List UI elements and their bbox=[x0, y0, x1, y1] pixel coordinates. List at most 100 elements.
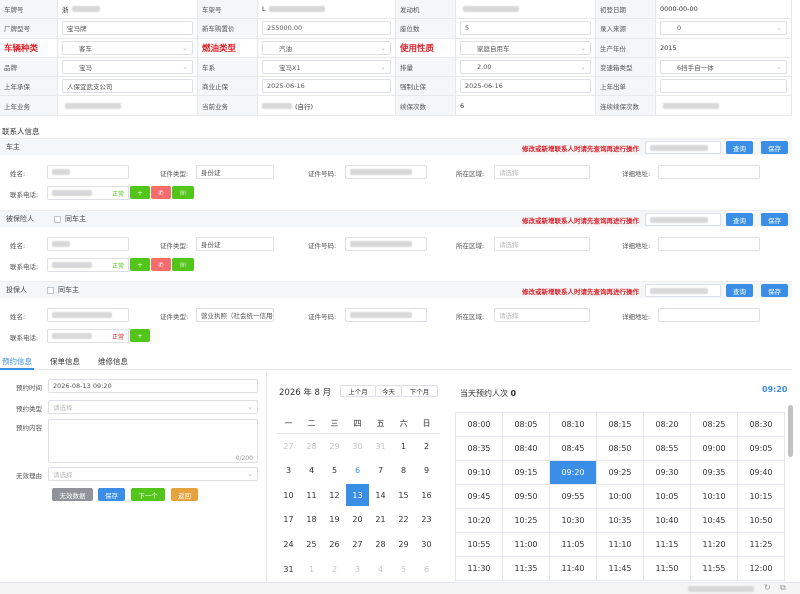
add-phone-button[interactable]: + bbox=[130, 258, 150, 271]
time-slot[interactable]: 08:35 bbox=[456, 437, 503, 461]
calendar-day[interactable]: 28 bbox=[300, 435, 323, 457]
phone-input[interactable]: 正常 bbox=[47, 258, 129, 272]
address-input[interactable] bbox=[658, 308, 760, 322]
same-as-owner-checkbox[interactable]: 同车主 bbox=[47, 285, 79, 295]
back-button[interactable]: 返回 bbox=[171, 488, 198, 501]
time-slot[interactable]: 10:15 bbox=[738, 485, 785, 509]
vehicle-input[interactable] bbox=[660, 79, 787, 94]
calendar-day[interactable]: 2 bbox=[323, 558, 346, 580]
time-slot[interactable]: 11:40 bbox=[550, 557, 597, 581]
phone-icon[interactable]: ✆ bbox=[151, 258, 171, 271]
party-save-button[interactable]: 保存 bbox=[761, 284, 788, 297]
time-slot[interactable]: 09:00 bbox=[691, 437, 738, 461]
calendar-day[interactable]: 9 bbox=[415, 460, 438, 482]
time-slot[interactable]: 11:50 bbox=[644, 557, 691, 581]
query-button[interactable]: 查询 bbox=[726, 284, 753, 297]
calendar-day[interactable]: 30 bbox=[346, 435, 369, 457]
vehicle-input[interactable]: 255000.00 bbox=[262, 21, 391, 36]
calendar-day[interactable]: 27 bbox=[277, 435, 300, 457]
calendar-day[interactable]: 7 bbox=[369, 460, 392, 482]
time-slot[interactable]: 08:30 bbox=[738, 413, 785, 437]
calendar-day[interactable]: 20 bbox=[346, 509, 369, 531]
time-slot[interactable]: 11:30 bbox=[456, 557, 503, 581]
calendar-day[interactable]: 11 bbox=[300, 484, 323, 506]
copy-icon[interactable]: ⧉ bbox=[780, 583, 786, 593]
name-input[interactable] bbox=[47, 308, 129, 322]
time-slot[interactable]: 11:00 bbox=[503, 533, 550, 557]
time-slot[interactable]: 10:30 bbox=[550, 509, 597, 533]
time-slot[interactable]: 08:00 bbox=[456, 413, 503, 437]
time-slot[interactable]: 09:05 bbox=[738, 437, 785, 461]
time-slot[interactable]: 11:25 bbox=[738, 533, 785, 557]
calendar-day[interactable]: 6 bbox=[415, 558, 438, 580]
party-save-button[interactable]: 保存 bbox=[761, 141, 788, 154]
calendar-day[interactable]: 3 bbox=[346, 558, 369, 580]
time-slot[interactable]: 10:25 bbox=[503, 509, 550, 533]
calendar-day[interactable]: 30 bbox=[415, 533, 438, 555]
time-slot[interactable]: 10:05 bbox=[644, 485, 691, 509]
time-slot[interactable]: 11:10 bbox=[597, 533, 644, 557]
party-save-button[interactable]: 保存 bbox=[761, 213, 788, 226]
time-slot[interactable]: 10:35 bbox=[597, 509, 644, 533]
calendar-day[interactable]: 25 bbox=[300, 533, 323, 555]
calendar-day[interactable]: 6 bbox=[346, 460, 369, 482]
tab-appointment[interactable]: 预约信息 bbox=[2, 356, 32, 367]
scrollbar-thumb[interactable] bbox=[788, 405, 793, 457]
phone-icon[interactable]: ✆ bbox=[151, 186, 171, 199]
appointment-save-button[interactable]: 保存 bbox=[98, 488, 125, 501]
vehicle-select[interactable]: 客车 ⌄ bbox=[62, 40, 193, 55]
party-search-input[interactable] bbox=[645, 141, 721, 154]
time-slot[interactable]: 09:15 bbox=[503, 461, 550, 485]
id-type-select[interactable]: 身份证 bbox=[196, 237, 274, 251]
calendar-day[interactable]: 29 bbox=[392, 533, 415, 555]
calendar-day[interactable]: 26 bbox=[323, 533, 346, 555]
calendar-day[interactable]: 16 bbox=[415, 484, 438, 506]
time-slot[interactable]: 09:50 bbox=[503, 485, 550, 509]
time-slot[interactable]: 09:35 bbox=[691, 461, 738, 485]
calendar-day[interactable]: 8 bbox=[392, 460, 415, 482]
time-slot[interactable]: 10:40 bbox=[644, 509, 691, 533]
query-button[interactable]: 查询 bbox=[726, 141, 753, 154]
phone-input[interactable]: 正常 bbox=[47, 329, 129, 343]
tab-policy[interactable]: 保单信息 bbox=[50, 356, 80, 367]
time-slot[interactable]: 09:55 bbox=[550, 485, 597, 509]
calendar-day[interactable]: 27 bbox=[346, 533, 369, 555]
calendar-day[interactable]: 10 bbox=[277, 484, 300, 506]
vehicle-select[interactable]: 6挡手自一体 ⌄ bbox=[660, 60, 787, 75]
calendar-day[interactable]: 12 bbox=[323, 484, 346, 506]
add-phone-button[interactable]: + bbox=[130, 186, 150, 199]
vehicle-input[interactable]: 人保宜武支公司 bbox=[62, 79, 193, 94]
time-slot[interactable]: 11:55 bbox=[691, 557, 738, 581]
vehicle-input[interactable]: 2025-06-16 bbox=[460, 79, 591, 94]
time-slot[interactable]: 10:50 bbox=[738, 509, 785, 533]
call-icon[interactable]: ☏ bbox=[172, 258, 194, 271]
time-slot[interactable]: 10:45 bbox=[691, 509, 738, 533]
region-select[interactable]: 请选择 bbox=[494, 308, 590, 322]
calendar-day[interactable]: 23 bbox=[415, 509, 438, 531]
same-as-owner-checkbox[interactable]: 同车主 bbox=[54, 214, 86, 224]
id-no-input[interactable] bbox=[345, 165, 427, 179]
address-input[interactable] bbox=[658, 237, 760, 251]
time-slot[interactable]: 10:10 bbox=[691, 485, 738, 509]
tab-repair[interactable]: 维修信息 bbox=[98, 356, 128, 367]
id-type-select[interactable]: 身份证 bbox=[196, 165, 274, 179]
calendar-day[interactable]: 28 bbox=[369, 533, 392, 555]
time-slot[interactable]: 08:15 bbox=[597, 413, 644, 437]
time-slot[interactable]: 09:25 bbox=[597, 461, 644, 485]
appointment-time-input[interactable]: 2026-08-13 09:20 bbox=[48, 379, 258, 393]
calendar-day[interactable]: 1 bbox=[300, 558, 323, 580]
calendar-day[interactable]: 24 bbox=[277, 533, 300, 555]
time-slot[interactable]: 11:45 bbox=[597, 557, 644, 581]
time-slot[interactable]: 08:25 bbox=[691, 413, 738, 437]
prev-month-button[interactable]: 上个月 bbox=[340, 385, 376, 397]
time-slot[interactable]: 12:00 bbox=[738, 557, 785, 581]
appointment-type-select[interactable]: 请选择 ⌄ bbox=[48, 400, 258, 414]
checkbox-box[interactable] bbox=[47, 286, 54, 294]
vehicle-input[interactable]: 2025-06-16 bbox=[262, 79, 391, 94]
id-no-input[interactable] bbox=[345, 237, 427, 251]
calendar-day[interactable]: 17 bbox=[277, 509, 300, 531]
region-select[interactable]: 请选择 bbox=[494, 165, 590, 179]
name-input[interactable] bbox=[47, 165, 129, 179]
calendar-day[interactable]: 2 bbox=[415, 435, 438, 457]
time-slot[interactable]: 09:20 bbox=[550, 461, 597, 485]
